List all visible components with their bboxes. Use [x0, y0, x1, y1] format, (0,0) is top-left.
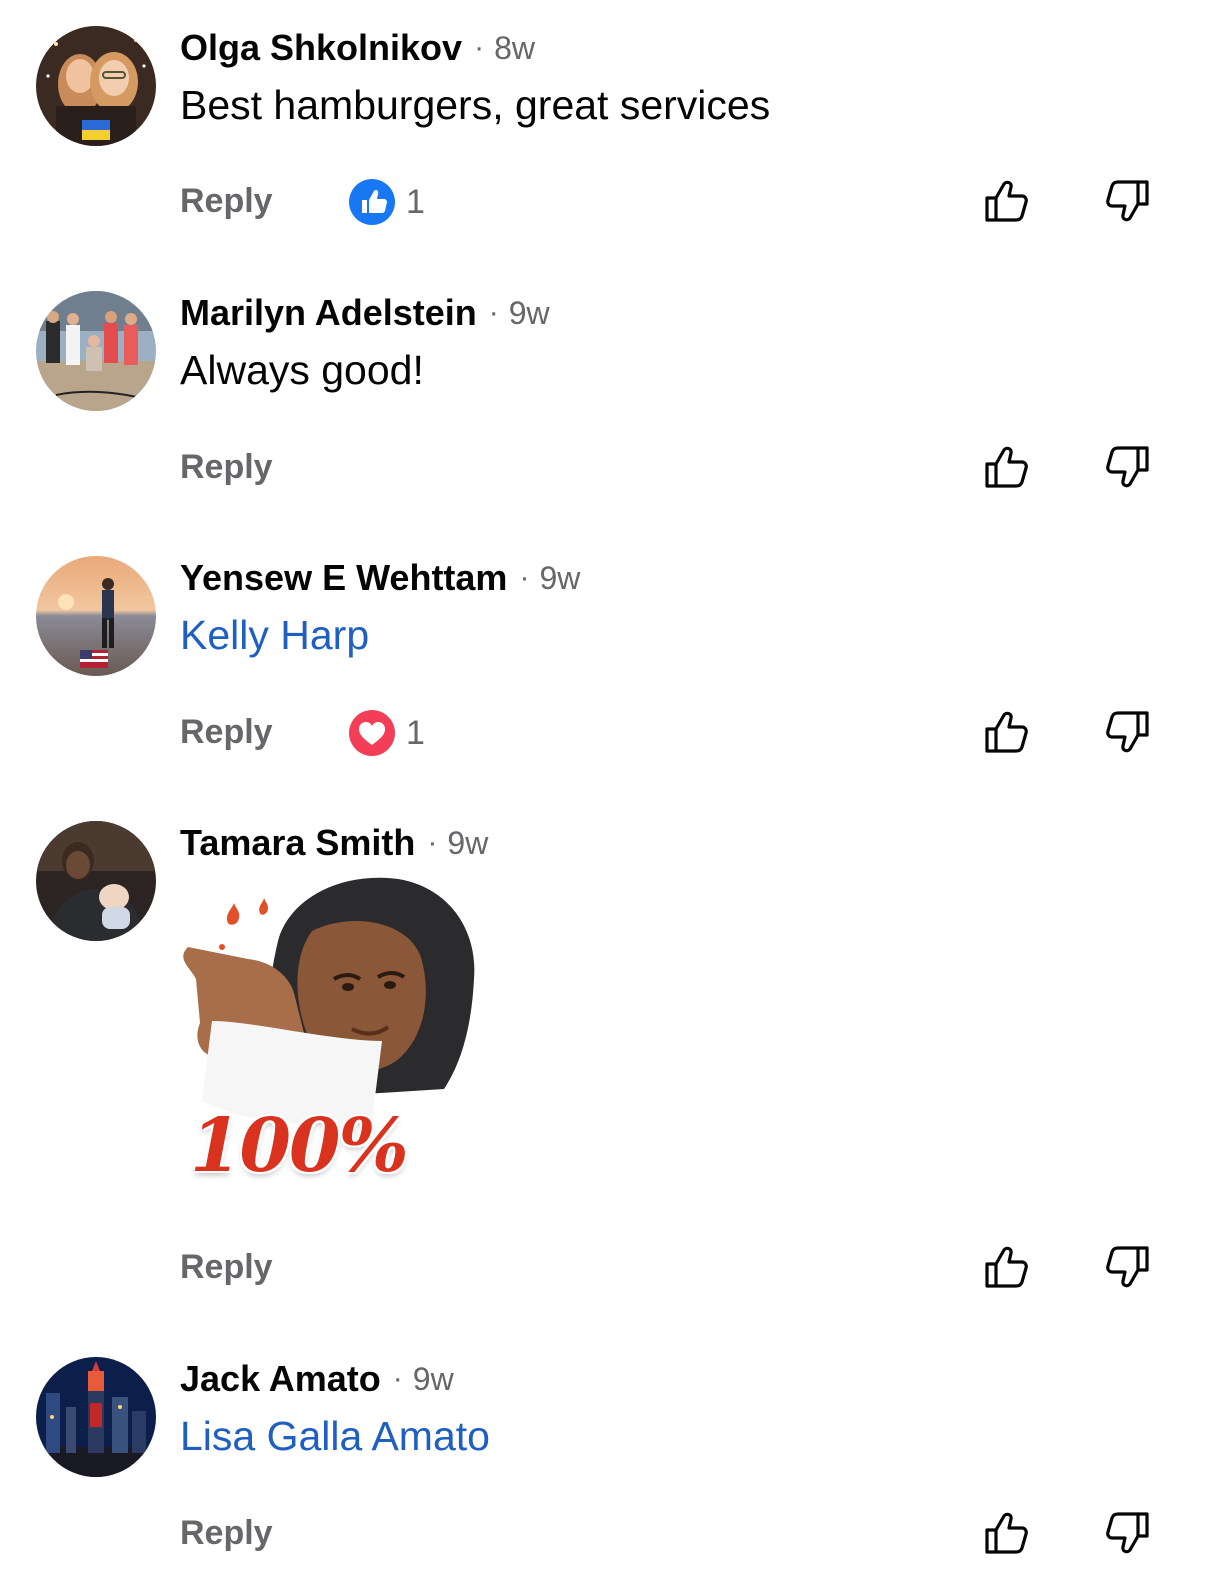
reply-button[interactable]: Reply [180, 448, 273, 487]
reaction-summary[interactable]: 1 [348, 709, 425, 757]
thumbs-down-icon [1106, 1512, 1149, 1554]
comment-header: Olga Shkolnikov · 8w [180, 26, 535, 70]
thumbs-up-icon [985, 1246, 1028, 1288]
author-name[interactable]: Yensew E Wehttam [180, 557, 507, 599]
timestamp[interactable]: 9w [509, 295, 550, 332]
downvote-button[interactable] [1102, 707, 1152, 757]
comment-actions: Reply [0, 1504, 1206, 1564]
mention-link[interactable]: Kelly Harp [180, 612, 369, 659]
author-name[interactable]: Jack Amato [180, 1358, 381, 1400]
like-reaction-icon [349, 179, 395, 225]
thumbs-down-icon [1106, 1246, 1149, 1288]
upvote-button[interactable] [982, 1508, 1032, 1558]
separator-dot: · [488, 296, 499, 329]
mention-link[interactable]: Lisa Galla Amato [180, 1413, 490, 1460]
thumbs-up-icon [985, 180, 1028, 222]
author-name[interactable]: Marilyn Adelstein [180, 292, 477, 334]
reply-button[interactable]: Reply [180, 713, 273, 752]
avatar[interactable] [36, 291, 156, 411]
comment-text: Always good! [180, 347, 424, 393]
avatar[interactable] [36, 821, 156, 941]
avatar[interactable] [36, 556, 156, 676]
thumbs-up-icon [985, 446, 1028, 488]
author-name[interactable]: Olga Shkolnikov [180, 27, 462, 69]
comment-list: Olga Shkolnikov · 8w Best hamburgers, gr… [0, 0, 1206, 1579]
thumbs-down-icon [1106, 180, 1149, 222]
reply-button[interactable]: Reply [180, 1514, 273, 1553]
timestamp[interactable]: 9w [539, 560, 580, 597]
reply-button[interactable]: Reply [180, 182, 273, 221]
comment-header: Jack Amato · 9w [180, 1357, 454, 1401]
comment-header: Marilyn Adelstein · 9w [180, 291, 550, 335]
thumbs-up-icon [985, 711, 1028, 753]
upvote-button[interactable] [982, 707, 1032, 757]
heart-reaction-icon [349, 710, 395, 756]
separator-dot: · [427, 826, 438, 859]
timestamp[interactable]: 9w [413, 1361, 454, 1398]
reaction-summary[interactable]: 1 [348, 178, 425, 226]
comment-text: Best hamburgers, great services [180, 82, 771, 128]
thumbs-down-icon [1106, 711, 1149, 753]
comment-header: Yensew E Wehttam · 9w [180, 556, 580, 600]
downvote-button[interactable] [1102, 442, 1152, 492]
upvote-button[interactable] [982, 442, 1032, 492]
downvote-button[interactable] [1102, 1508, 1152, 1558]
timestamp[interactable]: 9w [447, 825, 488, 862]
downvote-button[interactable] [1102, 176, 1152, 226]
comment-actions: Reply [0, 438, 1206, 498]
thumbs-up-icon [985, 1512, 1028, 1554]
reaction-count: 1 [406, 182, 425, 221]
reply-button[interactable]: Reply [180, 1248, 273, 1287]
author-name[interactable]: Tamara Smith [180, 822, 415, 864]
thumbs-down-icon [1106, 446, 1149, 488]
upvote-button[interactable] [982, 1242, 1032, 1292]
comment-header: Tamara Smith · 9w [180, 821, 488, 865]
comment-actions: Reply 1 [0, 172, 1206, 232]
comment-actions: Reply 1 [0, 703, 1206, 763]
timestamp[interactable]: 8w [494, 30, 535, 67]
separator-dot: · [392, 1362, 403, 1395]
sticker-image[interactable]: 100% [182, 861, 500, 1191]
avatar[interactable] [36, 26, 156, 146]
avatar[interactable] [36, 1357, 156, 1477]
reaction-count: 1 [406, 713, 425, 752]
upvote-button[interactable] [982, 176, 1032, 226]
comment-actions: Reply [0, 1238, 1206, 1298]
sticker-caption: 100% [190, 1103, 409, 1189]
separator-dot: · [474, 31, 485, 64]
downvote-button[interactable] [1102, 1242, 1152, 1292]
separator-dot: · [519, 561, 530, 594]
